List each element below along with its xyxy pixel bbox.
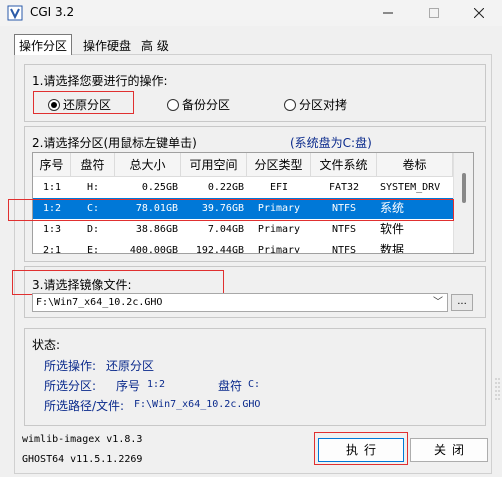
maximize-icon (429, 8, 439, 18)
image-label: 3.请选择镜像文件: (32, 278, 132, 292)
close-button[interactable]: 关闭 (410, 438, 488, 462)
status-op-label: 所选操作: (44, 359, 97, 373)
minimize-icon (383, 12, 393, 14)
scrollbar-thumb[interactable] (462, 173, 466, 203)
radio-unchecked-icon (167, 98, 179, 111)
cell-index: 2:1 (42, 245, 62, 254)
tab-advanced[interactable]: 高 级 (137, 35, 173, 55)
radio-restore[interactable]: 还原分区 (48, 96, 111, 113)
cell-drive: D: (86, 224, 100, 235)
partition-label: 2.请选择分区(用鼠标左键单击) (32, 136, 197, 150)
table-row[interactable]: 1:3 D: 38.86GB 7.04GB Primary NTFS 软件 (33, 219, 453, 240)
tab-disk[interactable]: 操作硬盘 (79, 35, 135, 55)
table-row[interactable]: 1:1 H: 0.25GB 0.22GB EFI FAT32 SYSTEM_DRV (33, 177, 453, 198)
cell-free: 7.04GB (207, 224, 244, 235)
status-path: F:\Win7_x64_10.2c.GHO (134, 399, 261, 410)
cell-type: Primary (257, 224, 301, 235)
radio-restore-label: 还原分区 (63, 98, 112, 112)
cell-fs: NTFS (331, 224, 357, 235)
cell-free: 0.22GB (207, 182, 244, 193)
cell-label: SYSTEM_DRV (380, 182, 441, 193)
cell-size: 0.25GB (141, 182, 178, 193)
app-icon (7, 5, 23, 21)
status-title: 状态: (32, 338, 61, 352)
cell-index: 1:1 (42, 182, 62, 193)
radio-clone-label: 分区对拷 (299, 98, 348, 112)
status-part-label: 所选分区: (44, 379, 97, 393)
close-window-button[interactable] (456, 0, 502, 26)
cell-label: 数据 (380, 243, 405, 254)
image-path-combobox[interactable]: F:\Win7_x64_10.2c.GHO ﹀ (32, 293, 448, 312)
highlight-box-selected-row (8, 199, 454, 221)
col-header-drive[interactable]: 盘符 (71, 153, 115, 177)
table-header: 序号 盘符 总大小 可用空间 分区类型 文件系统 卷标 (33, 153, 453, 177)
wimlib-version: wimlib-imagex v1.8.3 (22, 434, 143, 445)
execute-button[interactable]: 执行 (318, 438, 404, 462)
radio-checked-icon (48, 98, 60, 111)
resize-grip-icon[interactable] (494, 374, 502, 404)
col-header-index[interactable]: 序号 (33, 153, 71, 177)
cell-drive: E: (86, 245, 100, 254)
window-title: CGI 3.2 (30, 5, 75, 19)
col-header-size[interactable]: 总大小 (115, 153, 181, 177)
title-bar: CGI 3.2 (0, 0, 502, 26)
status-part-no-label: 序号 (116, 379, 141, 393)
operation-label: 1.请选择您要进行的操作: (32, 74, 168, 88)
cell-free: 192.44GB (195, 245, 244, 254)
col-header-type[interactable]: 分区类型 (247, 153, 311, 177)
cell-fs: FAT32 (328, 182, 360, 193)
close-icon (474, 8, 484, 18)
cell-type: EFI (269, 182, 289, 193)
chevron-down-icon[interactable]: ﹀ (433, 294, 443, 311)
col-header-fs[interactable]: 文件系统 (311, 153, 377, 177)
cell-label: 软件 (380, 222, 405, 236)
radio-backup[interactable]: 备份分区 (167, 96, 230, 113)
status-part-no: 1:2 (147, 379, 166, 390)
cell-fs: NTFS (331, 245, 357, 254)
image-path-value: F:\Win7_x64_10.2c.GHO (36, 297, 163, 308)
tab-partition[interactable]: 操作分区 (14, 34, 73, 55)
radio-clone[interactable]: 分区对拷 (284, 96, 347, 113)
status-op-value: 还原分区 (106, 359, 155, 373)
status-drive: C: (248, 379, 261, 390)
minimize-button[interactable] (365, 0, 411, 26)
cell-type: Primary (257, 245, 301, 254)
radio-backup-label: 备份分区 (182, 98, 231, 112)
cell-index: 1:3 (42, 224, 62, 235)
col-header-free[interactable]: 可用空间 (181, 153, 247, 177)
col-header-label[interactable]: 卷标 (377, 153, 453, 177)
cell-size: 38.86GB (135, 224, 178, 235)
system-drive-note: (系统盘为C:盘) (290, 136, 372, 150)
cell-size: 400.00GB (129, 245, 178, 254)
radio-unchecked-icon (284, 98, 296, 111)
table-row[interactable]: 2:1 E: 400.00GB 192.44GB Primary NTFS 数据 (33, 240, 453, 254)
status-drive-label: 盘符 (218, 379, 243, 393)
browse-button[interactable]: ... (451, 294, 473, 311)
cell-drive: H: (86, 182, 100, 193)
status-path-label: 所选路径/文件: (44, 399, 125, 413)
maximize-button[interactable] (411, 0, 457, 26)
table-scrollbar[interactable] (453, 153, 473, 253)
ghost-version: GHOST64 v11.5.1.2269 (22, 454, 143, 465)
